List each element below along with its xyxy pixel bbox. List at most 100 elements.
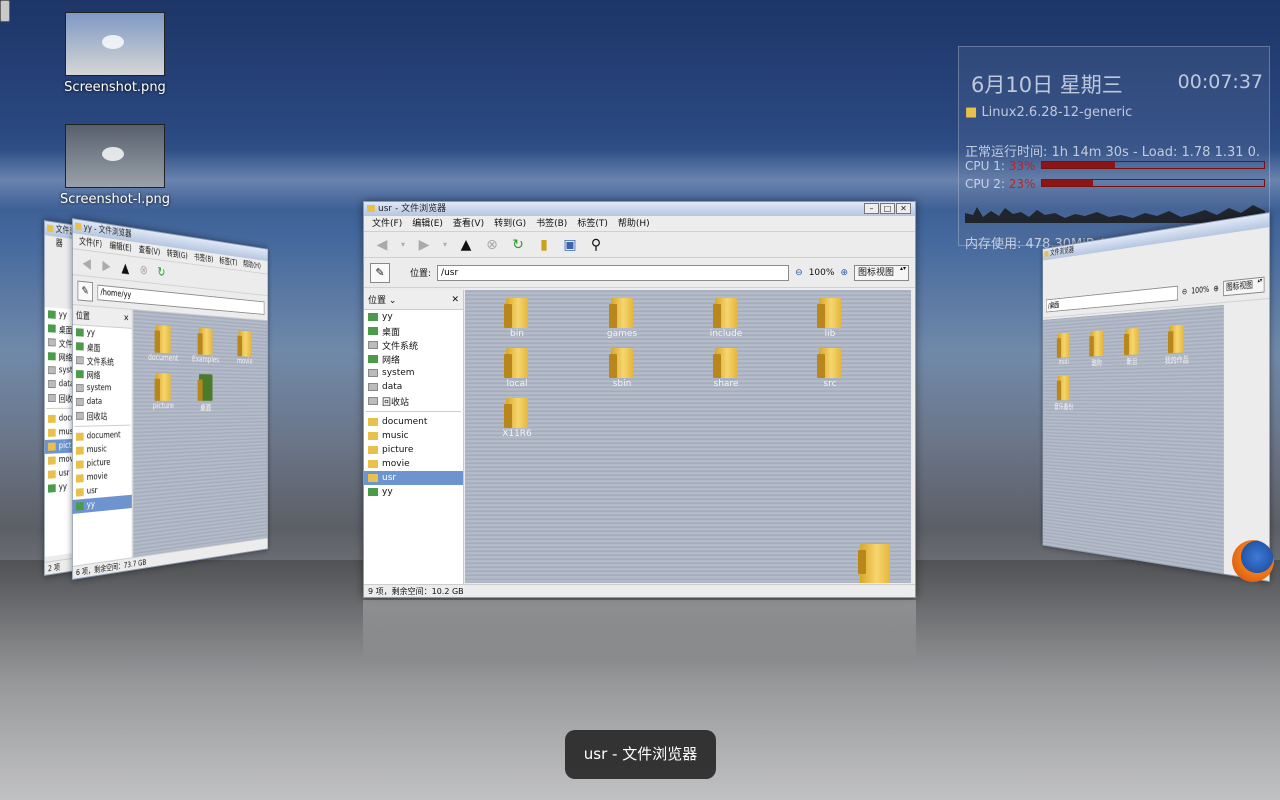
places-sidebar: 位置 ⌄ ✕ yy 桌面 文件系统 网络 system data 回收站 doc… bbox=[364, 290, 464, 585]
menu-help[interactable]: 帮助(H) bbox=[618, 216, 650, 231]
location-input[interactable] bbox=[1046, 285, 1178, 312]
folder-label: X11R6 bbox=[502, 429, 532, 439]
zoom-in-icon[interactable]: ⊕ bbox=[840, 268, 848, 278]
window-usr[interactable]: usr - 文件浏览器 – □ ✕ 文件(F) 编辑(E) 查看(V) 转到(G… bbox=[363, 201, 916, 598]
file-view[interactable]: midi 酷狗 新目 我的作品 音乐备份 bbox=[1043, 305, 1224, 574]
sidebar-header[interactable]: 位置 ⌄ ✕ bbox=[364, 290, 463, 310]
place-item[interactable]: system bbox=[73, 381, 132, 395]
place-item[interactable]: 回收站 bbox=[73, 408, 132, 423]
folder-icon bbox=[76, 433, 84, 441]
window-right[interactable]: 文件浏览器 ⊖ 100% ⊕ 图标视图 midi 酷狗 新目 我的作品 音乐备份 bbox=[1042, 212, 1270, 582]
sidebar-bookmark-yy[interactable]: yy bbox=[364, 485, 463, 499]
sidebar-place-network[interactable]: 网络 bbox=[364, 352, 463, 366]
network-icon bbox=[368, 355, 378, 363]
menu-view[interactable]: 查看(V) bbox=[453, 216, 484, 231]
folder-item[interactable]: 我的作品 bbox=[1157, 324, 1197, 366]
folder-src[interactable]: src bbox=[800, 348, 860, 389]
menu-bookmarks[interactable]: 书签(B) bbox=[536, 216, 567, 231]
zoom-out-icon[interactable]: ⊖ bbox=[795, 268, 803, 278]
menu-tabs[interactable]: 标签(T) bbox=[577, 216, 608, 231]
pencil-icon[interactable]: ✎ bbox=[370, 263, 390, 283]
view-mode-select[interactable]: 图标视图 bbox=[1223, 276, 1264, 296]
folder-item[interactable]: 音乐备份 bbox=[1048, 375, 1080, 412]
sidebar-bookmark-picture[interactable]: picture bbox=[364, 443, 463, 457]
menu-edit[interactable]: 编辑(E) bbox=[412, 216, 443, 231]
folder-item[interactable]: document bbox=[143, 324, 183, 364]
folder-sbin[interactable]: sbin bbox=[592, 348, 652, 389]
file-view[interactable]: document Examples movie picture 桌面 bbox=[133, 310, 267, 557]
window-titlebar[interactable]: usr - 文件浏览器 – □ ✕ bbox=[364, 202, 915, 216]
folder-games[interactable]: games bbox=[592, 298, 652, 339]
zoom-in-icon[interactable]: ⊕ bbox=[1213, 284, 1218, 294]
folder-item[interactable]: midi bbox=[1048, 332, 1080, 367]
view-mode-select[interactable]: 图标视图 bbox=[854, 265, 909, 281]
desktop-file-label: Screenshot.png bbox=[50, 80, 180, 95]
close-icon[interactable]: ✕ bbox=[896, 203, 911, 214]
desktop-file-screenshot[interactable]: Screenshot.png bbox=[50, 12, 180, 95]
up-arrow-icon[interactable]: ▲ bbox=[456, 235, 476, 255]
sidebar-place-yy[interactable]: yy bbox=[364, 310, 463, 324]
place-item[interactable]: 网络 bbox=[73, 367, 132, 382]
folder-x11r6[interactable]: X11R6 bbox=[487, 398, 547, 439]
close-icon[interactable]: ✕ bbox=[124, 314, 129, 324]
home-icon[interactable]: ▮ bbox=[534, 235, 554, 255]
up-arrow-icon[interactable]: ▲ bbox=[118, 257, 132, 278]
folder-item[interactable]: Examples bbox=[187, 327, 224, 365]
sidebar-bookmark-document[interactable]: document bbox=[364, 415, 463, 429]
folder-icon bbox=[76, 460, 84, 468]
sidebar-place-desktop[interactable]: 桌面 bbox=[364, 324, 463, 338]
folder-share[interactable]: share bbox=[696, 348, 756, 389]
folder-item[interactable]: movie bbox=[227, 330, 261, 367]
firefox-icon[interactable] bbox=[1232, 540, 1274, 582]
sidebar-title[interactable]: 位置 ⌄ bbox=[368, 293, 396, 306]
sidebar-place-data[interactable]: data bbox=[364, 380, 463, 394]
search-binoculars-icon[interactable]: ⚲ bbox=[586, 235, 606, 255]
place-label: 桌面 bbox=[87, 340, 101, 353]
load-label: - Load: bbox=[1133, 145, 1177, 160]
folder-item[interactable]: picture bbox=[143, 373, 183, 411]
panel-handle[interactable] bbox=[0, 0, 10, 22]
sidebar-place-filesystem[interactable]: 文件系统 bbox=[364, 338, 463, 352]
zoom-out-icon[interactable]: ⊖ bbox=[1182, 287, 1187, 297]
sidebar-bookmark-usr[interactable]: usr bbox=[364, 471, 463, 485]
place-item[interactable]: data bbox=[73, 395, 132, 409]
back-arrow-icon[interactable]: ◀ bbox=[372, 235, 392, 255]
pencil-icon[interactable]: ✎ bbox=[77, 280, 92, 301]
forward-arrow-icon[interactable]: ▶ bbox=[99, 255, 114, 276]
sidebar-bookmark-music[interactable]: music bbox=[364, 429, 463, 443]
folder-lib[interactable]: lib bbox=[800, 298, 860, 339]
back-arrow-icon[interactable]: ◀ bbox=[79, 252, 94, 274]
stop-icon[interactable]: ⊗ bbox=[482, 235, 502, 255]
cpu1-readout: CPU 1: 33% bbox=[965, 159, 1035, 173]
menu-go[interactable]: 转到(G) bbox=[494, 216, 526, 231]
folder-item[interactable]: 新目 bbox=[1114, 327, 1151, 368]
sidebar-place-trash[interactable]: 回收站 bbox=[364, 394, 463, 408]
window-yy[interactable]: yy - 文件浏览器 文件(F) 编辑(E) 查看(V) 转到(G) 书签(B)… bbox=[72, 218, 268, 580]
forward-history-dropdown-icon[interactable]: ▾ bbox=[440, 235, 450, 255]
folder-include[interactable]: include bbox=[696, 298, 756, 339]
folder-item[interactable]: 酷狗 bbox=[1080, 330, 1114, 369]
folder-label: midi bbox=[1059, 358, 1069, 367]
folder-item[interactable]: 桌面 bbox=[187, 374, 224, 414]
reload-icon[interactable]: ↻ bbox=[155, 262, 168, 282]
back-history-dropdown-icon[interactable]: ▾ bbox=[398, 235, 408, 255]
location-input[interactable] bbox=[437, 265, 789, 281]
menu-file[interactable]: 文件(F) bbox=[372, 216, 402, 231]
file-view[interactable]: bin games include lib local sbin share s… bbox=[465, 290, 911, 583]
sidebar-place-system[interactable]: system bbox=[364, 366, 463, 380]
place-label: 文件系统 bbox=[87, 354, 114, 368]
maximize-icon[interactable]: □ bbox=[880, 203, 895, 214]
close-icon[interactable]: ✕ bbox=[451, 295, 459, 305]
minimize-icon[interactable]: – bbox=[864, 203, 879, 214]
forward-arrow-icon[interactable]: ▶ bbox=[414, 235, 434, 255]
folder-icon bbox=[611, 298, 633, 328]
folder-local[interactable]: local bbox=[487, 348, 547, 389]
reload-icon[interactable]: ↻ bbox=[508, 235, 528, 255]
computer-icon[interactable]: ▣ bbox=[560, 235, 580, 255]
folder-bin[interactable]: bin bbox=[487, 298, 547, 339]
desktop-file-screenshot-l[interactable]: Screenshot-l.png bbox=[50, 124, 180, 207]
system-monitor-widget: 6月10日 星期三 00:07:37 ■ Linux2.6.28-12-gene… bbox=[958, 46, 1270, 246]
bookmark-label: picture bbox=[87, 458, 111, 469]
stop-icon[interactable]: ⊗ bbox=[137, 260, 151, 280]
sidebar-bookmark-movie[interactable]: movie bbox=[364, 457, 463, 471]
